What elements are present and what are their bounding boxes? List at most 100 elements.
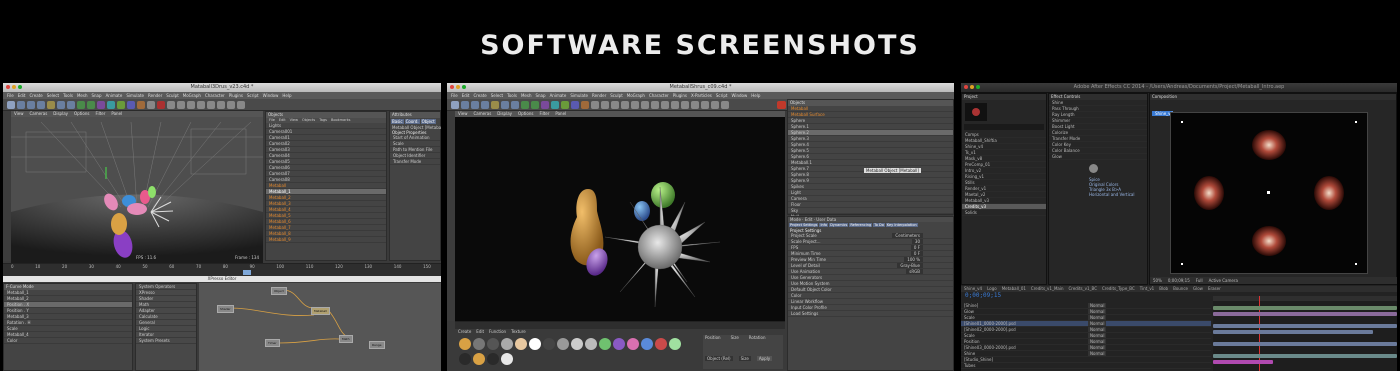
menu-item[interactable]: Select (491, 92, 503, 99)
effect-list[interactable]: Shine Pass Through Ray Length Shimmer Boost … (1049, 100, 1147, 160)
menu-item[interactable]: Create (473, 92, 486, 99)
menu-item[interactable]: Select (47, 92, 59, 99)
menu-item[interactable]: Window (263, 92, 279, 99)
menu-item[interactable]: Snap (91, 92, 101, 99)
menu-item[interactable]: Plugins (673, 92, 687, 99)
timeline-tab[interactable]: Credits_Type_BC (1102, 286, 1135, 292)
coordinates-panel[interactable]: Position Size Rotation Object (Rel) Size… (703, 335, 783, 369)
xpresso-node[interactable]: Math (339, 335, 353, 343)
menu-item[interactable]: Sculpt (166, 92, 179, 99)
layer-mode[interactable]: Normal (1088, 309, 1107, 314)
apply-button[interactable]: Apply (756, 356, 773, 361)
layer-mode[interactable]: Normal (1088, 333, 1107, 338)
project-item[interactable]: Solids (962, 210, 1046, 216)
attribute-tab[interactable]: Key Interpolation (885, 223, 918, 227)
menu-item[interactable]: Plugins (229, 92, 243, 99)
menu-item[interactable]: File (7, 92, 14, 99)
playhead[interactable] (243, 270, 251, 275)
menu-item[interactable]: Mesh (521, 92, 532, 99)
comp-viewer[interactable] (1170, 112, 1368, 274)
fcurve-panel[interactable]: F-Curve Mode Metaball_1 Metaball_2 Positio… (3, 283, 133, 371)
menu-item[interactable]: Edit (18, 92, 26, 99)
3d-viewport[interactable]: View Cameras Display Options Filter Panel (455, 111, 785, 321)
menu-item[interactable]: Script (247, 92, 259, 99)
objects-menu-item[interactable]: Tags (319, 118, 327, 123)
objects-menu-item[interactable]: Bookmarks (331, 118, 351, 123)
object-row[interactable]: Metaball_9 (266, 237, 386, 243)
menu-item[interactable]: Snap (535, 92, 545, 99)
xpresso-node[interactable]: Shader (217, 305, 234, 313)
menu-item[interactable]: Tools (63, 92, 73, 99)
menu-item[interactable]: MoGraph (183, 92, 201, 99)
objects-panel[interactable]: Objects File Edit View Objects Tags Bookmarks… (265, 111, 387, 261)
material-menu-item[interactable]: Texture (511, 329, 526, 334)
menu-item[interactable]: Window (731, 92, 747, 99)
xpresso-node[interactable]: Range (369, 341, 385, 349)
3d-viewport[interactable]: View Cameras Display Options Filter Panel (11, 111, 263, 263)
menu-item[interactable]: Character (205, 92, 225, 99)
timeline-tab[interactable]: Metaball_01 (1002, 286, 1026, 292)
attribute-tab[interactable]: To Do (873, 223, 885, 227)
layer-mode[interactable]: Normal (1088, 339, 1107, 344)
material-swatches[interactable] (457, 336, 699, 368)
attribute-value[interactable]: 0 F (910, 251, 923, 256)
layer-bars[interactable] (1213, 296, 1397, 371)
comp-camera[interactable]: Active Camera (1209, 277, 1238, 284)
comp-resolution[interactable]: Full (1196, 277, 1203, 284)
timeline-tab[interactable]: Eraser (1208, 286, 1221, 292)
timeline-tab[interactable]: Glow (1193, 286, 1203, 292)
angle-dial[interactable] (1089, 164, 1098, 173)
material-menu-item[interactable]: Create (458, 329, 471, 334)
menu-item[interactable]: Script (716, 92, 728, 99)
attribute-value[interactable]: sRGB (906, 269, 923, 274)
xpresso-canvas[interactable]: Object Shader Metaball Timer Math Range (199, 283, 441, 371)
objects-menu-item[interactable]: View (290, 118, 298, 123)
menu-item[interactable]: Tools (507, 92, 517, 99)
menu-item[interactable]: Create (29, 92, 42, 99)
node-tree-panel[interactable]: System Operators XPresso Shader Math Adapte… (135, 283, 197, 371)
attribute-tab[interactable]: Project Settings (789, 223, 819, 227)
render-icon[interactable] (777, 101, 786, 109)
comp-zoom[interactable]: 50% (1153, 277, 1162, 284)
object-rel-select[interactable]: Object (Rel) (705, 356, 733, 361)
menu-item[interactable]: Character (649, 92, 669, 99)
timeline-tab[interactable]: Blob (1159, 286, 1168, 292)
attribute-value[interactable]: 30 (911, 239, 923, 244)
attribute-value[interactable]: Gray-Blue (897, 263, 923, 268)
layer-mode[interactable]: Normal (1088, 327, 1107, 332)
menu-item[interactable]: Render (148, 92, 162, 99)
object-list[interactable]: Lights Camera001 Camera01 Camera02 Camera03 C… (266, 123, 386, 243)
menu-item[interactable]: Help (282, 92, 291, 99)
project-list[interactable]: Comps Metaball_Shiftia Shine_v4 Ts_v1 Mask_v… (962, 132, 1046, 216)
material-manager[interactable]: Create Edit Function Texture Position Si… (455, 329, 785, 371)
ae-timeline[interactable]: Shine_v4 Logo Metaball_01 Credits_v1_Main Cr… (961, 286, 1397, 371)
timeline-tab[interactable]: Credits_v1_Main (1031, 286, 1064, 292)
attribute-value[interactable]: Centimeters (892, 233, 923, 238)
size-select[interactable]: Size (738, 356, 751, 361)
xpresso-node[interactable]: Timer (265, 339, 280, 347)
xpresso-node[interactable]: Metaball (311, 307, 330, 315)
layer-list[interactable]: [Shine] Normal Glow Normal Scale Normal [Shine… (961, 303, 1211, 371)
project-search[interactable] (964, 124, 1044, 130)
attribute-tab[interactable]: Referencing (849, 223, 873, 227)
layer-mode[interactable]: Normal (1088, 303, 1107, 308)
attributes-panel[interactable]: Attributes Basic Coord. Object Metaball Ob… (389, 111, 441, 261)
menu-item[interactable]: Animate (550, 92, 567, 99)
menu-item[interactable]: Simulate (126, 92, 144, 99)
attribute-tab[interactable]: Basic (391, 119, 404, 124)
menu-item[interactable]: Edit (462, 92, 470, 99)
menu-item[interactable]: Mesh (77, 92, 88, 99)
layer-row[interactable]: Tubes (961, 363, 1211, 369)
attribute-value[interactable]: 0 F (910, 245, 923, 250)
menu-item[interactable]: Sculpt (610, 92, 623, 99)
layer-mode[interactable]: Normal (1088, 351, 1107, 356)
material-menu-item[interactable]: Edit (476, 329, 484, 334)
attribute-tab[interactable]: Object (420, 119, 436, 124)
layer-mode[interactable]: Normal (1088, 321, 1107, 326)
menu-item[interactable]: MoGraph (627, 92, 645, 99)
material-menu-item[interactable]: Function (489, 329, 506, 334)
attribute-tab[interactable]: Info (819, 223, 829, 227)
menu-item[interactable]: Animate (106, 92, 123, 99)
menu-item[interactable]: File (451, 92, 458, 99)
effect-item[interactable]: Glow (1049, 154, 1147, 160)
